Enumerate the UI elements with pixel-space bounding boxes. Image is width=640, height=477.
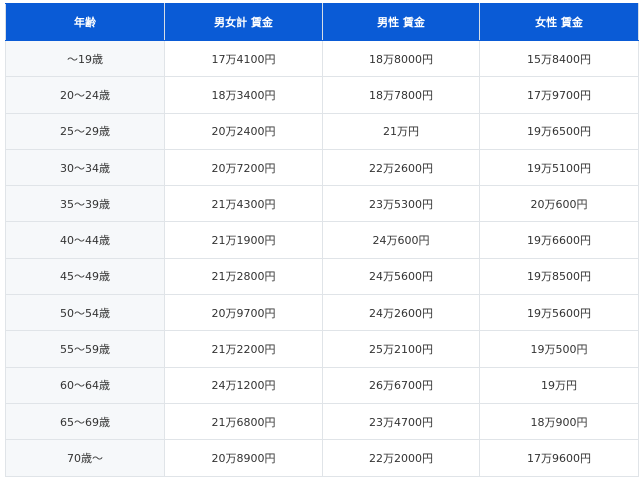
cell-male-wage: 18万8000円 bbox=[322, 39, 480, 78]
table-row: 60〜64歳 24万1200円 26万6700円 19万円 bbox=[5, 366, 639, 404]
cell-age: 70歳〜 bbox=[5, 439, 165, 477]
cell-male-wage: 24万600円 bbox=[322, 221, 480, 259]
table-row: 40〜44歳 21万1900円 24万600円 19万6600円 bbox=[5, 221, 639, 259]
cell-total-wage: 18万3400円 bbox=[164, 76, 323, 114]
cell-female-wage: 19万8500円 bbox=[479, 257, 639, 296]
table-row: 30〜34歳 20万7200円 22万2600円 19万5100円 bbox=[5, 148, 639, 187]
cell-male-wage: 23万5300円 bbox=[322, 185, 480, 223]
header-total-wage: 男女計 賃金 bbox=[164, 3, 323, 41]
cell-total-wage: 21万2200円 bbox=[164, 330, 323, 368]
table-row: 55〜59歳 21万2200円 25万2100円 19万500円 bbox=[5, 330, 639, 368]
cell-age: 55〜59歳 bbox=[5, 330, 165, 368]
cell-female-wage: 15万8400円 bbox=[479, 39, 639, 78]
cell-male-wage: 21万円 bbox=[322, 112, 480, 150]
table-row: 65〜69歳 21万6800円 23万4700円 18万900円 bbox=[5, 402, 639, 441]
cell-female-wage: 19万6500円 bbox=[479, 112, 639, 150]
cell-age: 25〜29歳 bbox=[5, 112, 165, 150]
header-female-wage: 女性 賃金 bbox=[479, 3, 639, 41]
cell-male-wage: 23万4700円 bbox=[322, 402, 480, 441]
cell-female-wage: 20万600円 bbox=[479, 185, 639, 223]
cell-female-wage: 19万5100円 bbox=[479, 148, 639, 187]
cell-total-wage: 21万1900円 bbox=[164, 221, 323, 259]
cell-male-wage: 26万6700円 bbox=[322, 366, 480, 404]
cell-total-wage: 21万6800円 bbox=[164, 402, 323, 441]
table-body: 〜19歳 17万4100円 18万8000円 15万8400円 20〜24歳 18万340… bbox=[5, 39, 639, 477]
cell-age: 30〜34歳 bbox=[5, 148, 165, 187]
cell-female-wage: 17万9700円 bbox=[479, 76, 639, 114]
table-row: 45〜49歳 21万2800円 24万5600円 19万8500円 bbox=[5, 257, 639, 296]
cell-male-wage: 24万5600円 bbox=[322, 257, 480, 296]
cell-total-wage: 17万4100円 bbox=[164, 39, 323, 78]
cell-male-wage: 24万2600円 bbox=[322, 294, 480, 332]
header-age: 年齢 bbox=[5, 3, 165, 41]
header-male-wage: 男性 賃金 bbox=[322, 3, 480, 41]
cell-female-wage: 18万900円 bbox=[479, 402, 639, 441]
table-row: 25〜29歳 20万2400円 21万円 19万6500円 bbox=[5, 112, 639, 150]
cell-total-wage: 21万4300円 bbox=[164, 185, 323, 223]
table-row: 〜19歳 17万4100円 18万8000円 15万8400円 bbox=[5, 39, 639, 78]
table-header-row: 年齢 男女計 賃金 男性 賃金 女性 賃金 bbox=[5, 3, 639, 41]
cell-total-wage: 20万9700円 bbox=[164, 294, 323, 332]
cell-age: 〜19歳 bbox=[5, 39, 165, 78]
table-row: 20〜24歳 18万3400円 18万7800円 17万9700円 bbox=[5, 76, 639, 114]
table-row: 35〜39歳 21万4300円 23万5300円 20万600円 bbox=[5, 185, 639, 223]
cell-age: 60〜64歳 bbox=[5, 366, 165, 404]
cell-female-wage: 19万6600円 bbox=[479, 221, 639, 259]
cell-male-wage: 22万2000円 bbox=[322, 439, 480, 477]
cell-age: 35〜39歳 bbox=[5, 185, 165, 223]
cell-total-wage: 20万7200円 bbox=[164, 148, 323, 187]
cell-female-wage: 17万9600円 bbox=[479, 439, 639, 477]
cell-age: 45〜49歳 bbox=[5, 257, 165, 296]
cell-female-wage: 19万500円 bbox=[479, 330, 639, 368]
wage-table-container: 年齢 男女計 賃金 男性 賃金 女性 賃金 〜19歳 17万4100円 18万800… bbox=[0, 0, 640, 477]
cell-male-wage: 22万2600円 bbox=[322, 148, 480, 187]
cell-female-wage: 19万円 bbox=[479, 366, 639, 404]
cell-age: 50〜54歳 bbox=[5, 294, 165, 332]
cell-total-wage: 20万8900円 bbox=[164, 439, 323, 477]
table-row: 70歳〜 20万8900円 22万2000円 17万9600円 bbox=[5, 439, 639, 477]
cell-male-wage: 18万7800円 bbox=[322, 76, 480, 114]
cell-age: 20〜24歳 bbox=[5, 76, 165, 114]
cell-total-wage: 20万2400円 bbox=[164, 112, 323, 150]
cell-age: 40〜44歳 bbox=[5, 221, 165, 259]
wage-table: 年齢 男女計 賃金 男性 賃金 女性 賃金 〜19歳 17万4100円 18万800… bbox=[5, 3, 639, 477]
cell-total-wage: 21万2800円 bbox=[164, 257, 323, 296]
cell-male-wage: 25万2100円 bbox=[322, 330, 480, 368]
cell-female-wage: 19万5600円 bbox=[479, 294, 639, 332]
cell-age: 65〜69歳 bbox=[5, 402, 165, 441]
cell-total-wage: 24万1200円 bbox=[164, 366, 323, 404]
table-row: 50〜54歳 20万9700円 24万2600円 19万5600円 bbox=[5, 294, 639, 332]
